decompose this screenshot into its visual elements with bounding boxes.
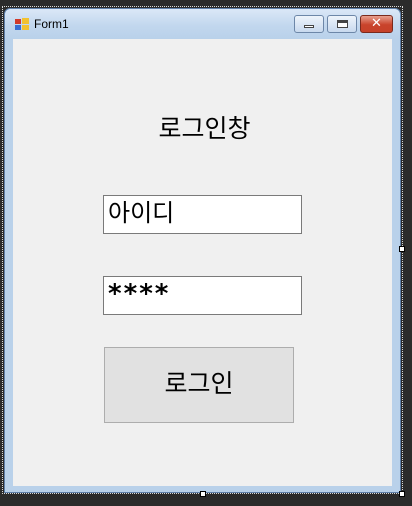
app-form-icon (15, 18, 29, 30)
id-textbox[interactable]: 아이디 (103, 195, 302, 234)
maximize-icon (337, 20, 348, 28)
minimize-button[interactable] (294, 15, 324, 33)
resize-handle-bottom[interactable] (200, 491, 206, 497)
form-window[interactable]: Form1 ✕ 로그인창 아이디 **** 로그인 (4, 8, 401, 493)
login-button[interactable]: 로그인 (104, 347, 294, 423)
resize-handle-corner[interactable] (399, 491, 405, 497)
title-bar[interactable]: Form1 ✕ (5, 9, 400, 39)
form-client-area: 로그인창 아이디 **** 로그인 (13, 39, 392, 486)
close-icon: ✕ (371, 16, 382, 31)
password-textbox[interactable]: **** (103, 276, 302, 315)
close-button[interactable]: ✕ (360, 15, 393, 33)
window-title: Form1 (34, 17, 69, 31)
caption-buttons: ✕ (294, 15, 393, 33)
designer-surface: Form1 ✕ 로그인창 아이디 **** 로그인 (0, 0, 412, 506)
maximize-button[interactable] (327, 15, 357, 33)
form-heading: 로그인창 (158, 114, 251, 143)
minimize-icon (304, 25, 314, 28)
resize-handle-right[interactable] (399, 246, 405, 252)
